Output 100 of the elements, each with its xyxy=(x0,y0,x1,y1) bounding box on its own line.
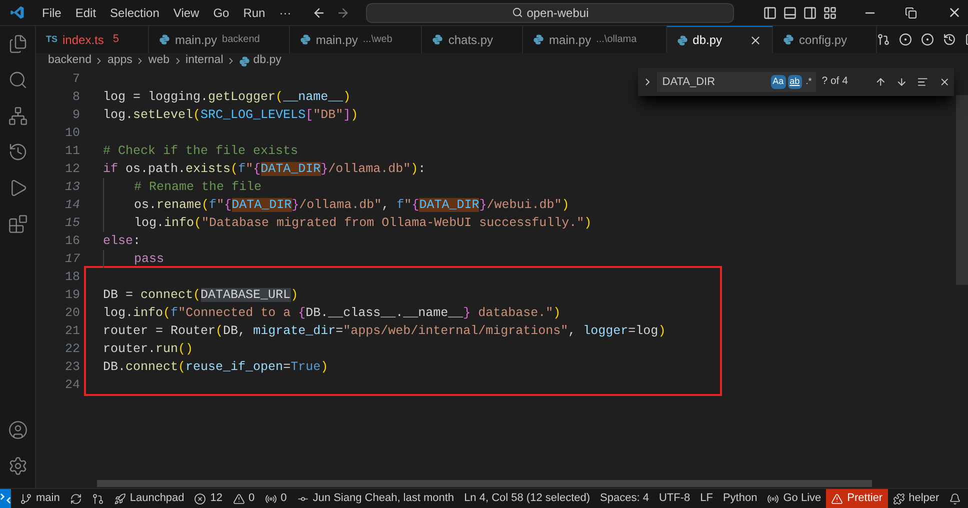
python-icon xyxy=(533,34,544,45)
breadcrumb-item[interactable]: backend xyxy=(48,52,92,70)
layout-icon[interactable] xyxy=(823,6,837,20)
error-icon xyxy=(194,492,206,504)
menu-item[interactable]: ··· xyxy=(272,4,298,22)
status-bar-item[interactable]: 0 xyxy=(260,489,292,508)
breadcrumb-item[interactable]: apps xyxy=(107,52,132,70)
status-bar-item[interactable]: main xyxy=(15,489,65,508)
find-in-selection-icon[interactable] xyxy=(917,76,929,88)
broadcast-icon xyxy=(767,492,780,504)
line-number: 8 xyxy=(72,89,80,106)
python-icon xyxy=(159,34,170,45)
whole-word-toggle[interactable]: ab xyxy=(788,75,802,89)
menu-item[interactable]: View xyxy=(166,4,206,22)
python-icon xyxy=(676,34,688,46)
breadcrumb-item[interactable]: internal xyxy=(186,52,224,70)
code-line: DB.connect(reuse_if_open=True) xyxy=(103,359,328,376)
status-bar-item[interactable]: Prettier xyxy=(826,489,888,508)
status-bar-item[interactable]: Jun Siang Cheah, last month xyxy=(292,489,460,508)
status-bar-item[interactable]: Spaces: 4 xyxy=(595,489,654,508)
close-tab-icon[interactable] xyxy=(749,34,762,46)
line-number: 14 xyxy=(64,197,80,214)
editor-tab[interactable]: TS index.ts 5 xyxy=(36,26,149,53)
python-icon xyxy=(432,34,444,45)
panel-toggle-icon[interactable] xyxy=(783,6,797,20)
menu-item[interactable]: File xyxy=(35,4,68,22)
remote-icon xyxy=(0,493,11,504)
code-line: DB = connect(DATABASE_URL) xyxy=(103,287,298,304)
horizontal-scrollbar[interactable] xyxy=(97,480,872,487)
line-number: 23 xyxy=(64,359,80,376)
code-line: if os.path.exists(f"{DATA_DIR}/ollama.db"): xyxy=(103,161,426,178)
line-number: 15 xyxy=(64,215,80,232)
match-case-toggle[interactable]: Aa xyxy=(770,75,786,89)
line-number: 22 xyxy=(64,341,80,358)
python-icon xyxy=(239,56,250,66)
status-bar-item[interactable]: Python xyxy=(718,489,762,508)
line-number: 10 xyxy=(64,125,80,142)
breadcrumb-item[interactable]: web xyxy=(148,52,170,70)
editor-tab[interactable]: main.py ...\web xyxy=(290,26,422,53)
next-change-icon[interactable] xyxy=(921,33,934,46)
code-line: log.setLevel(SRC_LOG_LEVELS["DB"]) xyxy=(103,107,358,124)
remote-button[interactable] xyxy=(0,489,11,508)
previous-change-icon[interactable] xyxy=(899,33,912,46)
line-number: 11 xyxy=(64,143,80,160)
previous-match-icon[interactable] xyxy=(874,76,886,88)
code-line: router.run() xyxy=(103,341,194,358)
status-bar-item[interactable]: 12 xyxy=(189,489,228,508)
vertical-scrollbar[interactable] xyxy=(956,95,968,285)
close-icon[interactable] xyxy=(938,76,950,88)
menu-item[interactable]: Run xyxy=(236,4,272,22)
branch-icon xyxy=(20,492,32,504)
menu-item[interactable]: Edit xyxy=(68,4,104,22)
back-icon[interactable] xyxy=(312,6,326,20)
line-number: 19 xyxy=(64,287,80,304)
status-bar-item[interactable]: UTF-8 xyxy=(654,489,696,508)
regex-toggle[interactable]: .* xyxy=(804,75,814,89)
puzzle-icon xyxy=(892,492,905,504)
breadcrumb-item[interactable]: db.py xyxy=(253,52,282,70)
code-line: log.info(f"Connected to a {DB.__class__.__name__} database.") xyxy=(103,305,561,322)
command-center-field[interactable]: open-webui xyxy=(366,2,734,22)
antenna-icon xyxy=(264,492,277,504)
rocket-icon xyxy=(114,492,126,504)
code-line: # Check if the file exists xyxy=(103,143,298,160)
status-bar-item[interactable]: LF xyxy=(695,489,718,508)
status-bar-item[interactable]: Launchpad xyxy=(108,489,190,508)
python-icon xyxy=(783,34,794,45)
line-number: 12 xyxy=(64,161,80,178)
search-icon xyxy=(512,7,523,18)
next-match-icon[interactable] xyxy=(896,76,908,88)
close-icon[interactable] xyxy=(947,5,962,20)
editor-logo-icon xyxy=(10,5,25,20)
menu-item[interactable]: Selection xyxy=(103,4,166,22)
status-bar-item[interactable]: Go Live xyxy=(762,489,826,508)
status-bar-item[interactable]: 0 xyxy=(228,489,260,508)
line-number: 20 xyxy=(64,305,80,322)
timeline-icon[interactable] xyxy=(943,33,956,46)
editor-tab[interactable]: chats.py xyxy=(422,26,524,53)
workspace-name: open-webui xyxy=(526,4,589,22)
menu-item[interactable]: Go xyxy=(206,4,236,22)
line-number: 16 xyxy=(64,233,80,250)
code-line: pass xyxy=(103,250,164,268)
code-line: # Rename the file xyxy=(103,178,262,196)
python-icon xyxy=(300,34,311,45)
line-number: 21 xyxy=(64,323,80,340)
editor-tab[interactable]: main.py backend xyxy=(149,26,290,53)
editor-tab[interactable]: db.py xyxy=(666,26,774,53)
warning-icon xyxy=(232,492,245,504)
find-input-field[interactable]: DATA_DIR Aa ab .* xyxy=(657,72,816,92)
sidebar-toggle-icon[interactable] xyxy=(763,6,777,20)
status-bar-item[interactable]: Ln 4, Col 58 (12 selected) xyxy=(459,489,596,508)
match-count: ? of 4 xyxy=(822,74,849,90)
editor-tab[interactable]: config.py xyxy=(773,26,878,53)
typescript-icon: TS xyxy=(46,32,58,46)
compare-icon[interactable] xyxy=(877,33,890,46)
status-bar-item[interactable]: helper xyxy=(888,489,944,508)
restore-icon[interactable] xyxy=(905,6,917,18)
warning-icon xyxy=(831,492,844,504)
line-number: 17 xyxy=(64,251,80,268)
secondary-sidebar-icon[interactable] xyxy=(803,6,817,20)
forward-icon[interactable] xyxy=(336,6,350,20)
